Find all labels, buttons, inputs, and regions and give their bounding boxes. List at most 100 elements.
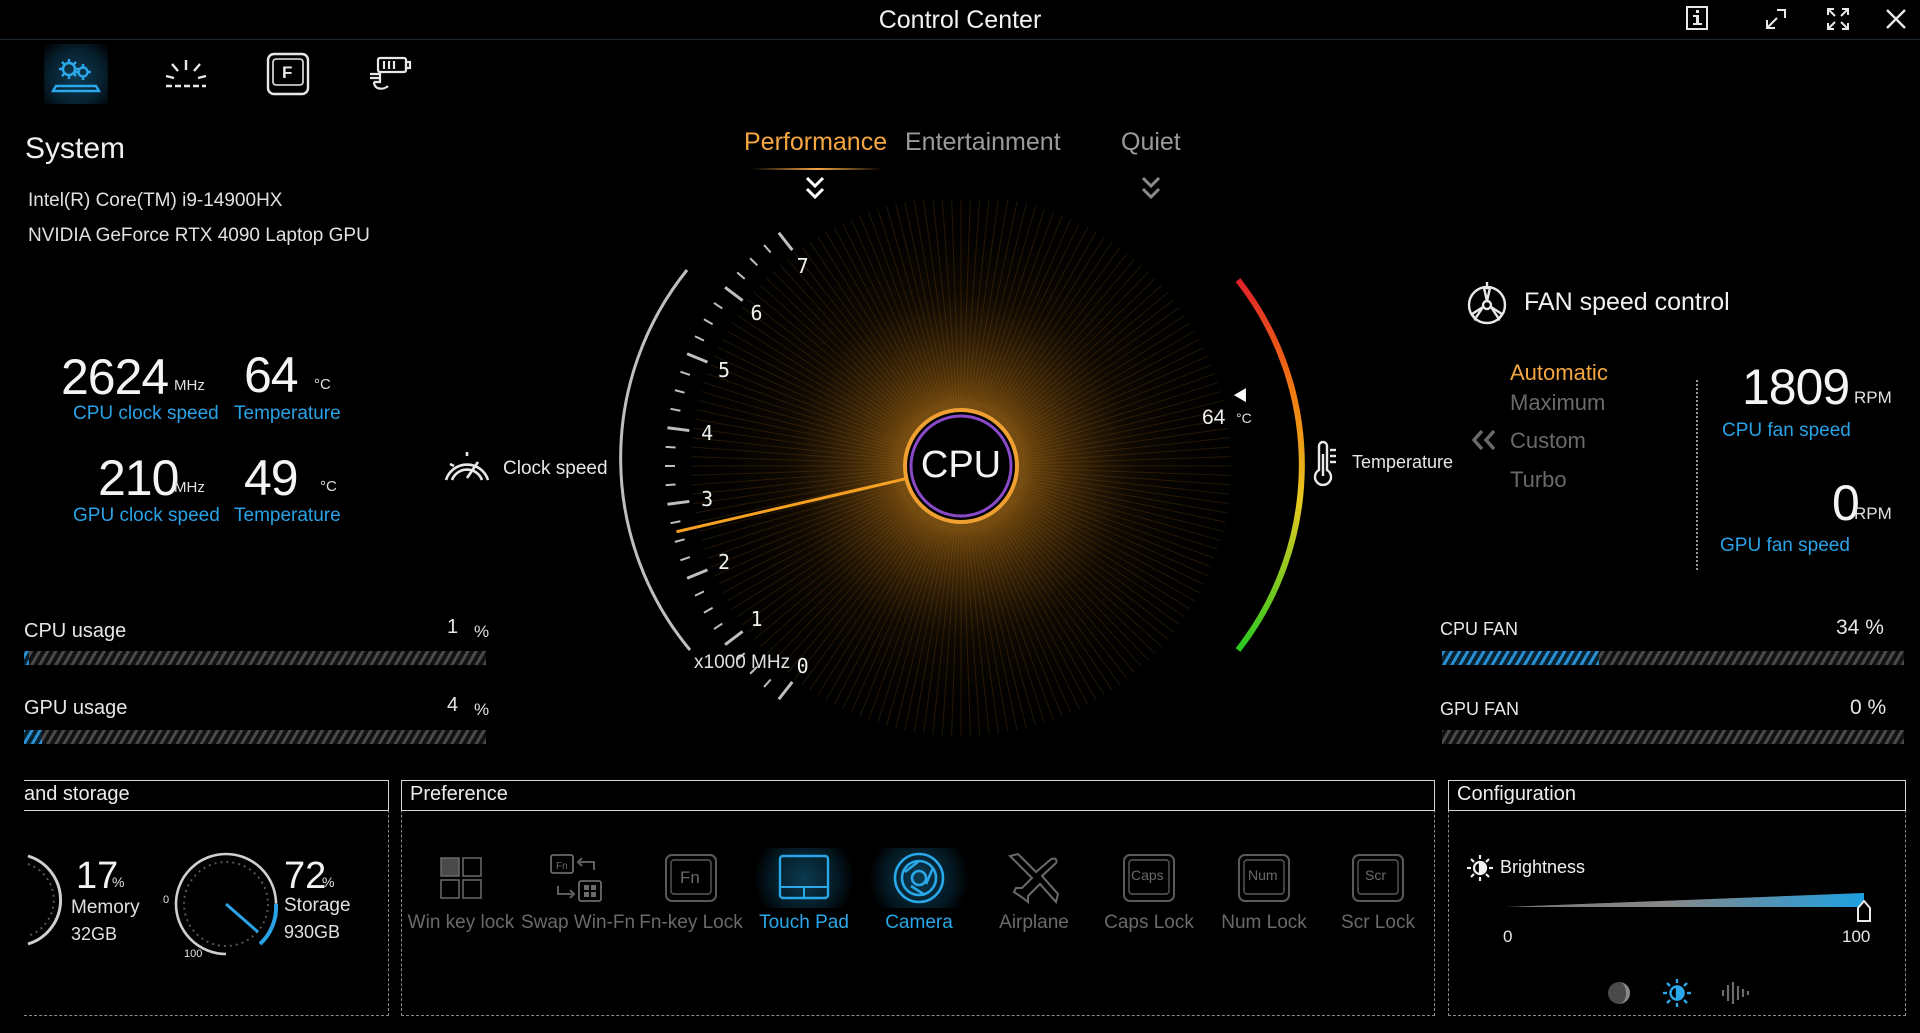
caps-key-icon: Caps	[1123, 854, 1175, 902]
scale-minor-tick	[665, 445, 676, 449]
gauge-temp-value: 64	[1202, 406, 1226, 429]
gpu-usage-fill	[24, 730, 43, 744]
cpu-temp-value: 64	[244, 347, 299, 403]
pref-label: Swap Win-Fn	[521, 912, 636, 933]
pref-label: Camera	[885, 912, 953, 933]
gpu-temp-label: Temperature	[234, 505, 341, 526]
cpu-fan-fill	[1442, 651, 1600, 665]
memory-label: Memory	[71, 897, 140, 918]
gpu-usage-bar	[24, 730, 486, 744]
swap-keys-icon: Fn	[550, 854, 602, 902]
gears-laptop-icon	[50, 59, 102, 93]
memory-percent-unit: %	[112, 874, 125, 890]
pref-label: Touch Pad	[759, 912, 849, 933]
windows-lock-icon	[440, 857, 482, 899]
gpu-fan-bar	[1442, 730, 1904, 744]
pref-airplane[interactable]: Airplane	[979, 848, 1089, 934]
airplane-icon	[1008, 852, 1060, 905]
brightness-label: Brightness	[1500, 857, 1586, 877]
pref-label: Fn-key Lock	[639, 912, 743, 933]
gpu-clock-value: 210	[98, 450, 179, 506]
cpu-fan-label: CPU FAN	[1440, 619, 1519, 639]
gpu-fan-value: 0 %	[1850, 696, 1887, 719]
brightness-slider-thumb[interactable]	[1857, 899, 1871, 922]
pref-win-key-lock[interactable]: Win key lock	[406, 848, 516, 934]
close-icon[interactable]	[1872, 0, 1920, 38]
cpu-usage-unit: %	[474, 622, 490, 641]
fan-control-title: FAN speed control	[1524, 288, 1730, 316]
fan-mode-automatic[interactable]: Automatic	[1510, 360, 1608, 386]
cpu-fan-rpm-value: 1809	[1742, 359, 1850, 415]
gpu-temp-unit: °C	[320, 478, 337, 495]
cpu-clock-unit: MHz	[174, 377, 205, 394]
svg-text:Scr: Scr	[1365, 867, 1386, 883]
pref-swap-win-fn[interactable]: Fn Swap Win-Fn	[521, 848, 636, 934]
gpu-clock-unit: MHz	[174, 479, 205, 496]
pref-num-lock[interactable]: Num Num Lock	[1209, 848, 1319, 934]
restore-icon[interactable]	[1752, 0, 1800, 38]
storage-needle	[225, 902, 259, 934]
pref-camera[interactable]: Camera	[864, 848, 974, 934]
pref-label: Num Lock	[1221, 912, 1307, 933]
mode-quiet[interactable]: Quiet	[1121, 128, 1181, 157]
thermometer-icon	[1308, 440, 1340, 495]
cpu-fan-bar	[1442, 651, 1904, 665]
svg-text:Num: Num	[1248, 867, 1278, 883]
performance-underline	[752, 168, 882, 170]
storage-size: 930GB	[284, 922, 341, 942]
pref-caps-lock[interactable]: Caps Caps Lock	[1094, 848, 1204, 934]
mode-entertainment[interactable]: Entertainment	[905, 128, 1061, 157]
maximize-icon[interactable]	[1814, 0, 1862, 38]
storage-dial-max: 100	[184, 948, 203, 960]
gpu-fan-speed-label: GPU fan speed	[1720, 535, 1850, 556]
gpu-clock-label: GPU clock speed	[73, 505, 220, 526]
double-chevron-left-icon[interactable]	[1470, 428, 1498, 457]
mode-performance[interactable]: Performance	[744, 128, 887, 157]
gpu-usage-label: GPU usage	[24, 697, 128, 719]
cpu-name: Intel(R) Core(TM) i9-14900HX	[28, 190, 283, 211]
camera-icon	[893, 852, 945, 904]
app-title: Control Center	[878, 6, 1042, 34]
pref-label: Win key lock	[407, 912, 515, 933]
memory-size: 32GB	[71, 924, 118, 944]
cpu-fan-rpm-unit: RPM	[1854, 388, 1892, 407]
pref-label: Airplane	[999, 912, 1069, 933]
storage-dial	[174, 852, 279, 956]
audio-wave-icon[interactable]	[1720, 980, 1750, 1011]
svg-text:F: F	[282, 63, 292, 82]
pref-scr-lock[interactable]: Scr Scr Lock	[1323, 848, 1433, 934]
touchpad-icon	[778, 854, 830, 900]
pref-touch-pad[interactable]: Touch Pad	[749, 848, 859, 934]
fan-mode-turbo[interactable]: Turbo	[1510, 467, 1567, 493]
configuration-panel-header: Configuration	[1448, 780, 1906, 811]
battery-plug-icon	[370, 56, 412, 90]
tab-battery[interactable]	[358, 44, 422, 104]
scale-tick-label: 7	[796, 253, 809, 278]
storage-dial-min: 0	[163, 894, 170, 906]
scale-tick-label: 0	[796, 654, 809, 679]
dark-mode-icon[interactable]	[1606, 980, 1632, 1011]
brightness-mode-icon[interactable]	[1662, 978, 1692, 1013]
pref-fn-key-lock[interactable]: Fn Fn-key Lock	[636, 848, 746, 934]
fan-mode-maximum[interactable]: Maximum	[1510, 390, 1605, 416]
num-key-icon: Num	[1238, 854, 1290, 902]
tab-system[interactable]	[44, 44, 108, 104]
scale-tick-label: 3	[701, 486, 714, 511]
fan-mode-custom[interactable]: Custom	[1510, 428, 1586, 454]
tab-function-key[interactable]: F	[256, 44, 320, 104]
clock-speed-label: Clock speed	[503, 458, 608, 479]
info-icon[interactable]	[1674, 0, 1722, 38]
cpu-temp-label: Temperature	[234, 403, 341, 424]
storage-percent-unit: %	[322, 874, 335, 890]
fn-key-icon: Fn	[665, 854, 717, 902]
brightness-min: 0	[1503, 927, 1513, 946]
scale-tick-label: 6	[750, 300, 763, 325]
speedometer-icon	[442, 444, 492, 489]
cpu-clock-label: CPU clock speed	[73, 403, 219, 424]
storage-percent: 72	[284, 855, 327, 897]
lighting-icon	[165, 60, 207, 88]
fan-divider	[1696, 380, 1698, 570]
tab-lighting[interactable]	[154, 44, 218, 104]
cpu-temp-unit: °C	[314, 376, 331, 393]
gpu-usage-unit: %	[474, 700, 490, 719]
